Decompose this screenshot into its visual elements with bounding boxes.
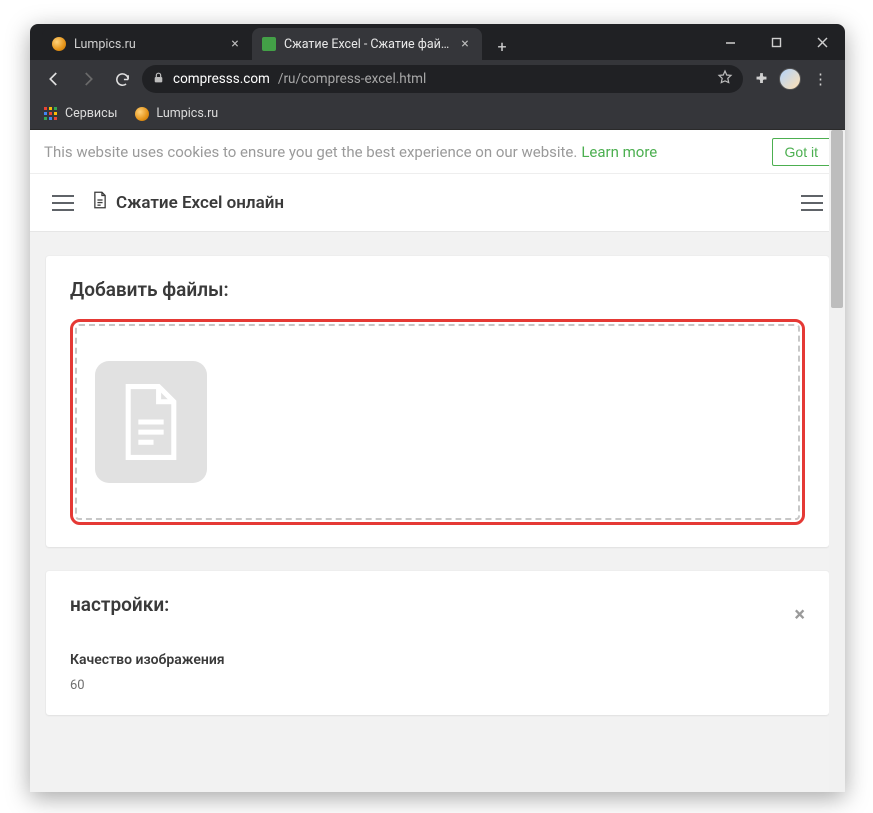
bookmark-label: Lumpics.ru: [156, 106, 218, 121]
learn-more-link[interactable]: Learn more: [581, 143, 657, 161]
favicon-lumpics: [135, 107, 149, 121]
forward-button[interactable]: [74, 65, 102, 93]
bookmark-lumpics[interactable]: Lumpics.ru: [135, 106, 218, 121]
maximize-button[interactable]: [753, 24, 799, 60]
new-tab-button[interactable]: +: [488, 32, 516, 60]
apps-icon: [44, 107, 58, 121]
page-title: Сжатие Excel онлайн: [92, 191, 284, 214]
favicon-lumpics: [52, 37, 66, 51]
page-title-text: Сжатие Excel онлайн: [116, 193, 284, 213]
hamburger-right[interactable]: [801, 195, 823, 211]
page-body: Добавить файлы:: [30, 232, 845, 792]
cookie-banner: This website uses cookies to ensure you …: [30, 130, 845, 174]
file-placeholder-icon: [95, 361, 207, 483]
apps-label: Сервисы: [65, 106, 117, 121]
page-viewport: This website uses cookies to ensure you …: [30, 130, 845, 792]
scrollbar-thumb[interactable]: [831, 130, 843, 308]
tab-label: Сжатие Excel - Сжатие файлов X: [284, 37, 450, 52]
add-files-heading: Добавить файлы:: [70, 278, 805, 301]
vertical-scrollbar[interactable]: [829, 130, 845, 792]
settings-card: настройки: × Качество изображения 60: [46, 571, 829, 715]
got-it-button[interactable]: Got it: [772, 138, 831, 166]
minimize-button[interactable]: [707, 24, 753, 60]
address-bar[interactable]: compresss.com/ru/compress-excel.html: [142, 65, 743, 93]
add-files-card: Добавить файлы:: [46, 256, 829, 547]
settings-heading: настройки:: [70, 593, 169, 616]
profile-avatar[interactable]: [779, 68, 801, 90]
image-quality-value[interactable]: 60: [70, 678, 805, 693]
image-quality-field: Качество изображения 60: [70, 652, 805, 693]
url-host: compresss.com: [173, 71, 270, 87]
page-header: Сжатие Excel онлайн: [30, 174, 845, 232]
extensions-button[interactable]: [749, 71, 773, 88]
cookie-text: This website uses cookies to ensure you …: [44, 143, 577, 161]
url-path: /ru/compress-excel.html: [278, 71, 426, 87]
bookmark-star-icon[interactable]: [717, 69, 733, 89]
favicon-compress: [262, 37, 276, 51]
tab-close-icon[interactable]: ×: [228, 36, 242, 52]
titlebar: Lumpics.ru × Сжатие Excel - Сжатие файло…: [30, 24, 845, 60]
dropzone-highlight: [70, 319, 805, 525]
toolbar: compresss.com/ru/compress-excel.html ⋮: [30, 60, 845, 98]
tab-close-icon[interactable]: ×: [458, 36, 472, 52]
window-controls: [707, 24, 845, 60]
file-dropzone[interactable]: [75, 324, 800, 520]
lock-icon: [152, 71, 165, 88]
tab-compress[interactable]: Сжатие Excel - Сжатие файлов X ×: [252, 28, 482, 60]
reload-button[interactable]: [108, 65, 136, 93]
close-window-button[interactable]: [799, 24, 845, 60]
bookmarks-bar: Сервисы Lumpics.ru: [30, 98, 845, 130]
apps-bookmark[interactable]: Сервисы: [44, 106, 117, 121]
image-quality-label: Качество изображения: [70, 652, 805, 668]
hamburger-left[interactable]: [52, 195, 74, 211]
close-icon[interactable]: ×: [794, 602, 805, 626]
document-icon: [92, 191, 108, 214]
back-button[interactable]: [40, 65, 68, 93]
menu-button[interactable]: ⋮: [807, 70, 835, 88]
tab-lumpics[interactable]: Lumpics.ru ×: [42, 28, 252, 60]
browser-window: Lumpics.ru × Сжатие Excel - Сжатие файло…: [30, 24, 845, 792]
tab-label: Lumpics.ru: [74, 37, 220, 52]
